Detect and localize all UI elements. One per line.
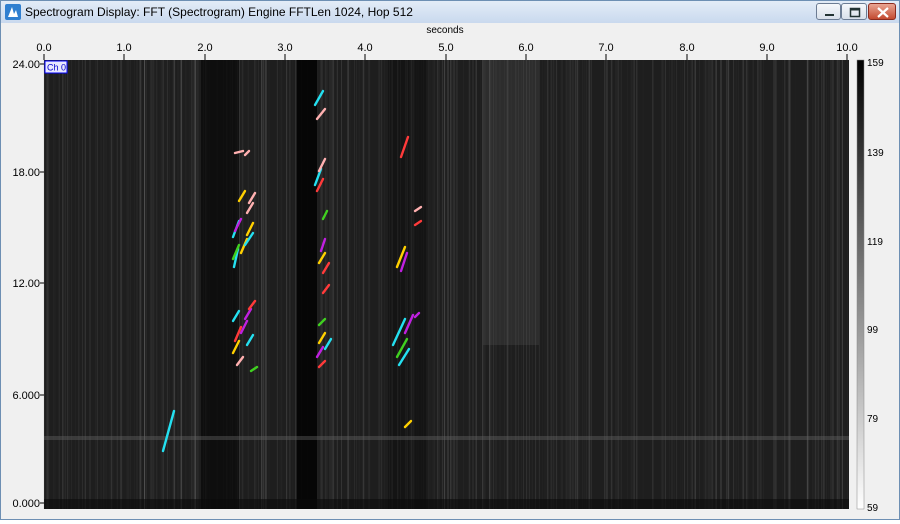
x-tick-label: 6.0 — [518, 42, 533, 54]
close-button[interactable] — [868, 3, 896, 20]
y-tick-label: 6.000 — [12, 390, 40, 402]
y-tick-label: 0.000 — [12, 498, 40, 510]
y-axis: 24.00 18.00 12.00 6.000 0.000 — [12, 59, 44, 510]
channel-label: Ch 0 — [47, 63, 66, 73]
colorbar-ticks: 159 139 119 99 79 59 — [867, 58, 884, 514]
colorbar-tick-label: 99 — [867, 325, 879, 336]
colorbar-tick-label: 159 — [867, 58, 884, 69]
minimize-icon — [825, 14, 834, 16]
x-tick-label: 4.0 — [357, 42, 372, 54]
x-tick-label: 7.0 — [598, 42, 613, 54]
plot-area: seconds 0.0 1.0 2.0 3.0 4.0 5.0 6.0 7.0 … — [1, 23, 899, 519]
maximize-icon — [849, 7, 861, 18]
spectrogram-plot[interactable]: seconds 0.0 1.0 2.0 3.0 4.0 5.0 6.0 7.0 … — [1, 23, 899, 519]
minimize-button[interactable] — [816, 3, 841, 20]
y-tick-label: 12.00 — [12, 278, 40, 290]
colorbar-tick-label: 79 — [867, 414, 879, 425]
x-tick-label: 9.0 — [759, 42, 774, 54]
title-bar[interactable]: Spectrogram Display: FFT (Spectrogram) E… — [1, 1, 899, 23]
x-tick-label: 5.0 — [438, 42, 453, 54]
y-tick-label: 18.00 — [12, 167, 40, 179]
app-icon — [5, 4, 21, 20]
close-icon — [877, 7, 889, 18]
colorbar-tick-label: 119 — [867, 237, 883, 248]
x-tick-label: 0.0 — [36, 42, 51, 54]
colorbar — [856, 59, 865, 510]
x-tick-label: 8.0 — [679, 42, 694, 54]
x-tick-label: 3.0 — [277, 42, 292, 54]
x-axis: 0.0 1.0 2.0 3.0 4.0 5.0 6.0 7.0 8.0 9.0 … — [36, 42, 858, 60]
x-tick-label: 2.0 — [197, 42, 212, 54]
maximize-button[interactable] — [841, 3, 867, 20]
x-axis-label: seconds — [426, 25, 463, 36]
window-title: Spectrogram Display: FFT (Spectrogram) E… — [25, 5, 413, 19]
spectrogram-window: Spectrogram Display: FFT (Spectrogram) E… — [0, 0, 900, 520]
colorbar-tick-label: 139 — [867, 148, 884, 159]
colorbar-tick-label: 59 — [867, 503, 879, 514]
y-tick-label: 24.00 — [12, 59, 40, 71]
x-tick-label: 10.0 — [836, 42, 857, 54]
x-tick-label: 1.0 — [116, 42, 131, 54]
